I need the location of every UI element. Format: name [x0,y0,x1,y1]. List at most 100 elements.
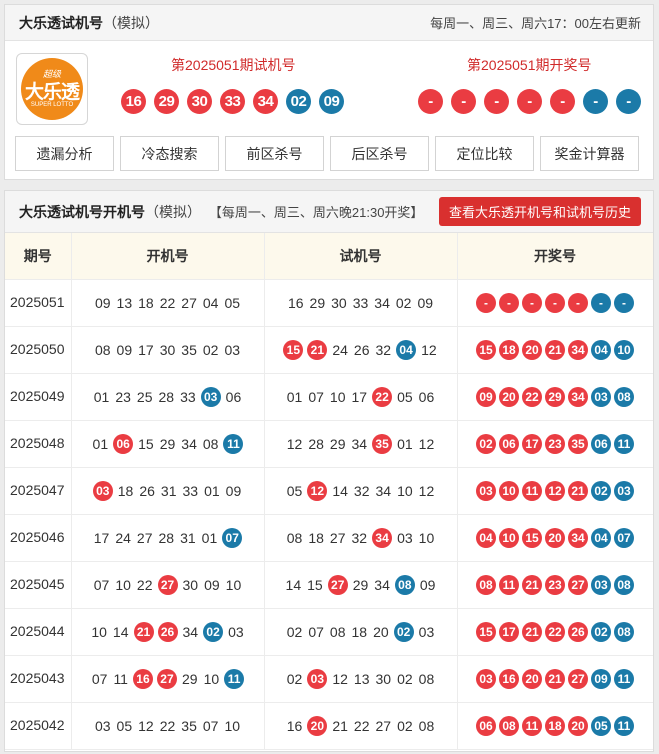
number: 29 [309,294,326,311]
number-group: 01 07 10 17 22 05 06 [265,386,457,407]
number: 07 [202,717,219,734]
number: 28 [308,435,324,452]
number: 08 [202,435,219,452]
front-ball: 34 [372,527,393,548]
number: 10 [329,388,346,405]
front-ball: 16 [121,89,146,114]
number: 16 [286,717,303,734]
table-row: 2025044 10 14 21 26 34 02 03 02 07 08 18 20 02 03 15 17 2… [5,608,653,656]
panel-title: 大乐透试机号（模拟） [19,13,159,33]
number: 03 [418,623,435,640]
back-ball: 03 [591,386,611,407]
tool-button-4[interactable]: 定位比较 [435,136,534,171]
number: 24 [332,341,348,358]
number: 01 [204,482,220,499]
number: 18 [117,482,134,499]
number: 12 [421,341,437,358]
number: 34 [374,294,390,311]
front-ball: 15 [283,339,304,360]
number: 12 [418,435,435,452]
number-group: 04 10 15 20 34 04 07 [458,527,653,548]
number: 01 [201,529,218,546]
number: 34 [374,576,390,593]
history-header: 大乐透试机号开机号（模拟） 【每周一、周三、周六晚21:30开奖】 查看大乐透开… [5,191,653,233]
tool-button-1[interactable]: 冷态搜索 [120,136,219,171]
number: 20 [373,623,389,640]
table-row: 2025042 03 05 12 22 35 07 10 16 20 21 22 27 02 08 06 08 1… [5,702,653,750]
number: 03 [94,717,111,734]
update-schedule: 每周一、周三、周六17：00左右更新 [430,16,641,31]
view-history-button[interactable]: 查看大乐透开机号和试机号历史 [438,197,641,226]
front-ball: 21 [522,574,542,595]
number: 31 [160,482,177,499]
number-group: 05 12 14 32 34 10 12 [265,480,457,501]
number-group: 15 17 21 22 26 02 08 [458,621,653,642]
number-group: 06 08 11 18 20 05 11 [458,715,653,736]
number: 02 [286,670,303,687]
front-ball: 17 [522,433,542,454]
history-panel: 大乐透试机号开机号（模拟） 【每周一、周三、周六晚21:30开奖】 查看大乐透开… [4,190,654,752]
number: 29 [159,435,176,452]
front-ball: 21 [545,668,565,689]
number: 27 [375,717,392,734]
number: 18 [138,294,154,311]
number: 34 [351,435,368,452]
back-ball: 07 [614,527,634,548]
number: 05 [397,388,413,405]
number: 08 [418,717,435,734]
number: 34 [181,435,197,452]
front-ball: 20 [522,668,542,689]
front-ball: 27 [156,668,177,689]
front-ball: - [476,292,496,313]
front-ball: 20 [499,386,519,407]
tool-button-0[interactable]: 遗漏分析 [15,136,114,171]
front-ball: 26 [157,621,178,642]
back-ball: 03 [200,386,221,407]
number: 14 [112,623,129,640]
front-ball: 06 [113,433,134,454]
tool-button-3[interactable]: 后区杀号 [330,136,429,171]
number: 12 [138,717,154,734]
front-ball: 06 [476,715,496,736]
number: 22 [159,294,176,311]
front-ball: 22 [545,621,565,642]
number: 06 [418,388,435,405]
col-open-number: 开机号 [71,233,265,280]
front-ball: 23 [545,433,565,454]
number: 30 [331,294,347,311]
back-ball: 02 [203,621,224,642]
number: 10 [418,529,435,546]
number: 01 [93,388,110,405]
number: 33 [182,482,199,499]
number: 18 [308,529,324,546]
front-ball: 22 [372,386,393,407]
number: 21 [332,717,348,734]
number: 10 [203,670,220,687]
front-ball: - [418,89,443,114]
tool-button-5[interactable]: 奖金计算器 [540,136,639,171]
front-ball: 02 [476,433,496,454]
number-group: 10 14 21 26 34 02 03 [72,621,264,642]
front-ball: 29 [154,89,179,114]
issue-number: 2025043 [5,655,72,703]
back-ball: 04 [396,339,417,360]
number: 10 [224,717,241,734]
number-group: 02 06 17 23 35 06 11 [458,433,653,454]
front-ball: 20 [522,339,542,360]
number: 10 [115,576,131,593]
tool-button-2[interactable]: 前区杀号 [225,136,324,171]
panel-header: 大乐透试机号（模拟） 每周一、周三、周六17：00左右更新 [5,5,653,41]
front-ball: 21 [133,621,154,642]
front-ball: 34 [568,339,588,360]
number: 22 [136,576,153,593]
front-ball: 35 [372,433,393,454]
number-group: 03 05 12 22 35 07 10 [72,718,264,734]
number: 10 [225,576,242,593]
number: 27 [136,529,153,546]
front-ball: 15 [476,621,496,642]
number: 22 [159,717,176,734]
logo-main-text: 大乐透 [24,82,80,103]
number: 03 [224,341,241,358]
number: 26 [353,341,370,358]
draw-schedule-note: 【每周一、周三、周六晚21:30开奖】 [208,204,424,220]
